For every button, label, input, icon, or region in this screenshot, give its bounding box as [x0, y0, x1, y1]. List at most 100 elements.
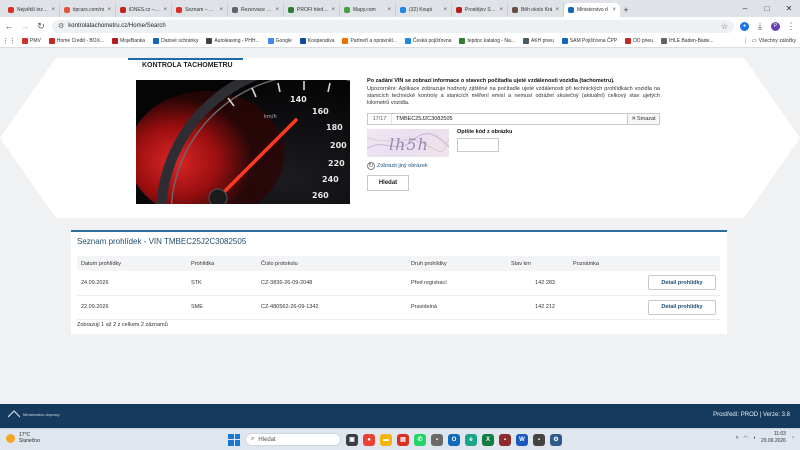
reload-button[interactable]: ↻	[36, 21, 46, 31]
bookmark-item[interactable]: Partneři a oprávněl...	[342, 38, 397, 44]
speaker-icon[interactable]: ◖	[753, 435, 756, 441]
maximize-button[interactable]: □	[756, 0, 778, 17]
detail-button[interactable]: Detail prohlídky	[648, 275, 716, 291]
browser-tab[interactable]: iDNES.cz – s n ×	[116, 3, 172, 17]
close-icon[interactable]: ×	[499, 7, 503, 13]
bookmark-item[interactable]: PMV	[22, 38, 41, 44]
back-button[interactable]: ←	[4, 21, 14, 31]
bookmark-item[interactable]: Home Credit - BOX...	[48, 38, 104, 44]
column-header[interactable]: Prohlídka	[187, 256, 257, 271]
close-icon[interactable]: ×	[51, 7, 55, 13]
browser-tab-active[interactable]: Ministerstvo d ×	[564, 3, 620, 17]
menu-icon[interactable]: ⋮	[786, 21, 796, 31]
taskbar-search-placeholder: Hledat	[258, 436, 276, 443]
vin-input[interactable]	[392, 113, 627, 124]
browser-tab[interactable]: Seznam – nejl ×	[172, 3, 228, 17]
windows-start-icon[interactable]	[228, 433, 240, 446]
browser-tab[interactable]: Prostějov Start ×	[452, 3, 508, 17]
bookmark-label: PMV	[30, 38, 41, 44]
section-title: KONTROLA TACHOMETRU	[128, 58, 243, 72]
all-bookmarks-label: Všechny záložky	[758, 38, 796, 44]
close-icon[interactable]: ×	[219, 7, 223, 13]
weather-widget[interactable]: 17°C Slunečno	[6, 432, 40, 444]
excel-icon[interactable]: X	[482, 433, 494, 446]
column-header[interactable]: Druh prohlídky	[407, 256, 507, 271]
bookmark-favicon	[22, 38, 28, 44]
minimize-button[interactable]: –	[734, 0, 756, 17]
bookmark-item[interactable]: Autoleasing - PHH...	[206, 38, 260, 44]
bookmark-item[interactable]: Kooperativa	[299, 38, 334, 44]
clear-button[interactable]: ✕ Smazat	[627, 113, 659, 124]
browser-tab[interactable]: Běh okolo Krá ×	[508, 3, 564, 17]
browser-tab[interactable]: (32) Koupi ×	[396, 3, 452, 17]
downloads-icon[interactable]: ⤓	[755, 21, 765, 31]
bookmark-item[interactable]: tepdoc katalog - Na...	[459, 38, 515, 44]
taskbar-search[interactable]: ⌕ Hledat	[245, 433, 341, 446]
url-bar[interactable]: ⚙ kontrolatachometru.cz/Home/Search ☆	[52, 19, 734, 33]
bookmark-item[interactable]: MojeBanka	[112, 38, 145, 44]
chrome-icon[interactable]: ●	[363, 433, 375, 446]
new-tab-button[interactable]: +	[620, 3, 632, 17]
browser-tab[interactable]: Rezervace | Re ×	[228, 3, 284, 17]
edge-icon[interactable]: e	[465, 433, 477, 446]
chevron-up-icon[interactable]: ˄	[736, 435, 739, 441]
word-icon[interactable]: W	[516, 433, 528, 446]
close-icon[interactable]: ×	[331, 7, 335, 13]
search-button[interactable]: Hledat	[367, 174, 409, 191]
browser-tab[interactable]: Největší inzerc ×	[4, 3, 60, 17]
close-icon[interactable]: ×	[107, 7, 111, 13]
bookmark-item[interactable]: IHLE Baden-Bade...	[660, 38, 713, 44]
taskbar-apps: ⌕ Hledat ▣ ● ▬ ▤ ✆ ▪ O e X ▪ W ▪ ⚙	[228, 431, 562, 448]
bookmark-item[interactable]: SAM Pojišťovna ČPP	[561, 38, 617, 44]
browser-tab[interactable]: tipcars.com/ro ×	[60, 3, 116, 17]
bookmark-label: Google	[275, 38, 292, 44]
vin-char-counter: 17/17	[368, 113, 392, 124]
site-info-icon[interactable]: ⚙	[58, 22, 64, 30]
bookmark-label: AKH pneu	[530, 38, 554, 44]
bookmark-item[interactable]: DD pneu	[625, 38, 653, 44]
column-header[interactable]: Poznámka	[569, 256, 644, 271]
app-icon[interactable]: ▪	[499, 433, 511, 446]
bookmark-item[interactable]: Datové schránky	[153, 38, 198, 44]
file-explorer-icon[interactable]: ▬	[380, 433, 392, 446]
notification-bell-icon[interactable]: ◔	[791, 435, 794, 441]
close-icon[interactable]: ×	[163, 7, 167, 13]
bookmark-favicon	[206, 38, 213, 44]
extension-icon[interactable]: ●	[740, 21, 749, 31]
whatsapp-icon[interactable]: ✆	[414, 433, 426, 446]
close-icon[interactable]: ×	[555, 7, 559, 13]
close-window-button[interactable]: ✕	[778, 0, 800, 17]
detail-button[interactable]: Detail prohlídky	[648, 299, 716, 315]
column-header[interactable]: Stav km	[507, 256, 569, 271]
svg-text:260: 260	[312, 191, 329, 200]
browser-tab[interactable]: PROFI hledání ×	[284, 3, 340, 17]
app-icon[interactable]: ▪	[431, 433, 443, 446]
close-icon[interactable]: ×	[275, 7, 279, 13]
bookmark-label: tepdoc katalog - Na...	[467, 38, 515, 44]
avatar[interactable]: P	[771, 21, 780, 31]
all-bookmarks-button[interactable]: ▭ Všechny záložky	[745, 38, 796, 44]
bookmark-item[interactable]: Google	[267, 38, 292, 44]
column-header[interactable]: Datum prohlídky	[77, 256, 187, 271]
clock[interactable]: 11:03 29.09.2026	[761, 431, 786, 444]
tab-label: Prostějov Start	[465, 7, 497, 13]
wifi-icon[interactable]: ◠	[744, 435, 748, 441]
browser-tab[interactable]: Mapy.com ×	[340, 3, 396, 17]
bookmark-item[interactable]: AKH pneu	[522, 38, 554, 44]
apps-icon[interactable]: ⋮⋮	[2, 36, 16, 46]
close-icon[interactable]: ×	[443, 7, 447, 13]
close-icon[interactable]: ×	[612, 7, 616, 13]
task-view-icon[interactable]: ▣	[346, 433, 358, 446]
app-icon[interactable]: ▪	[533, 433, 545, 446]
store-icon[interactable]: ▤	[397, 433, 409, 446]
forward-button[interactable]: →	[20, 21, 30, 31]
settings-icon[interactable]: ⚙	[550, 433, 562, 446]
tab-favicon	[120, 7, 126, 13]
bookmark-item[interactable]: Česká pojišťovna	[404, 38, 451, 44]
captcha-input[interactable]	[457, 137, 499, 152]
close-icon[interactable]: ×	[387, 7, 391, 13]
column-header[interactable]: Číslo protokolu	[257, 256, 407, 271]
captcha-refresh-link[interactable]: ↻ Zobrazit jiný obrázek	[367, 161, 660, 170]
outlook-icon[interactable]: O	[448, 433, 460, 446]
bookmark-star-icon[interactable]: ☆	[721, 22, 728, 31]
